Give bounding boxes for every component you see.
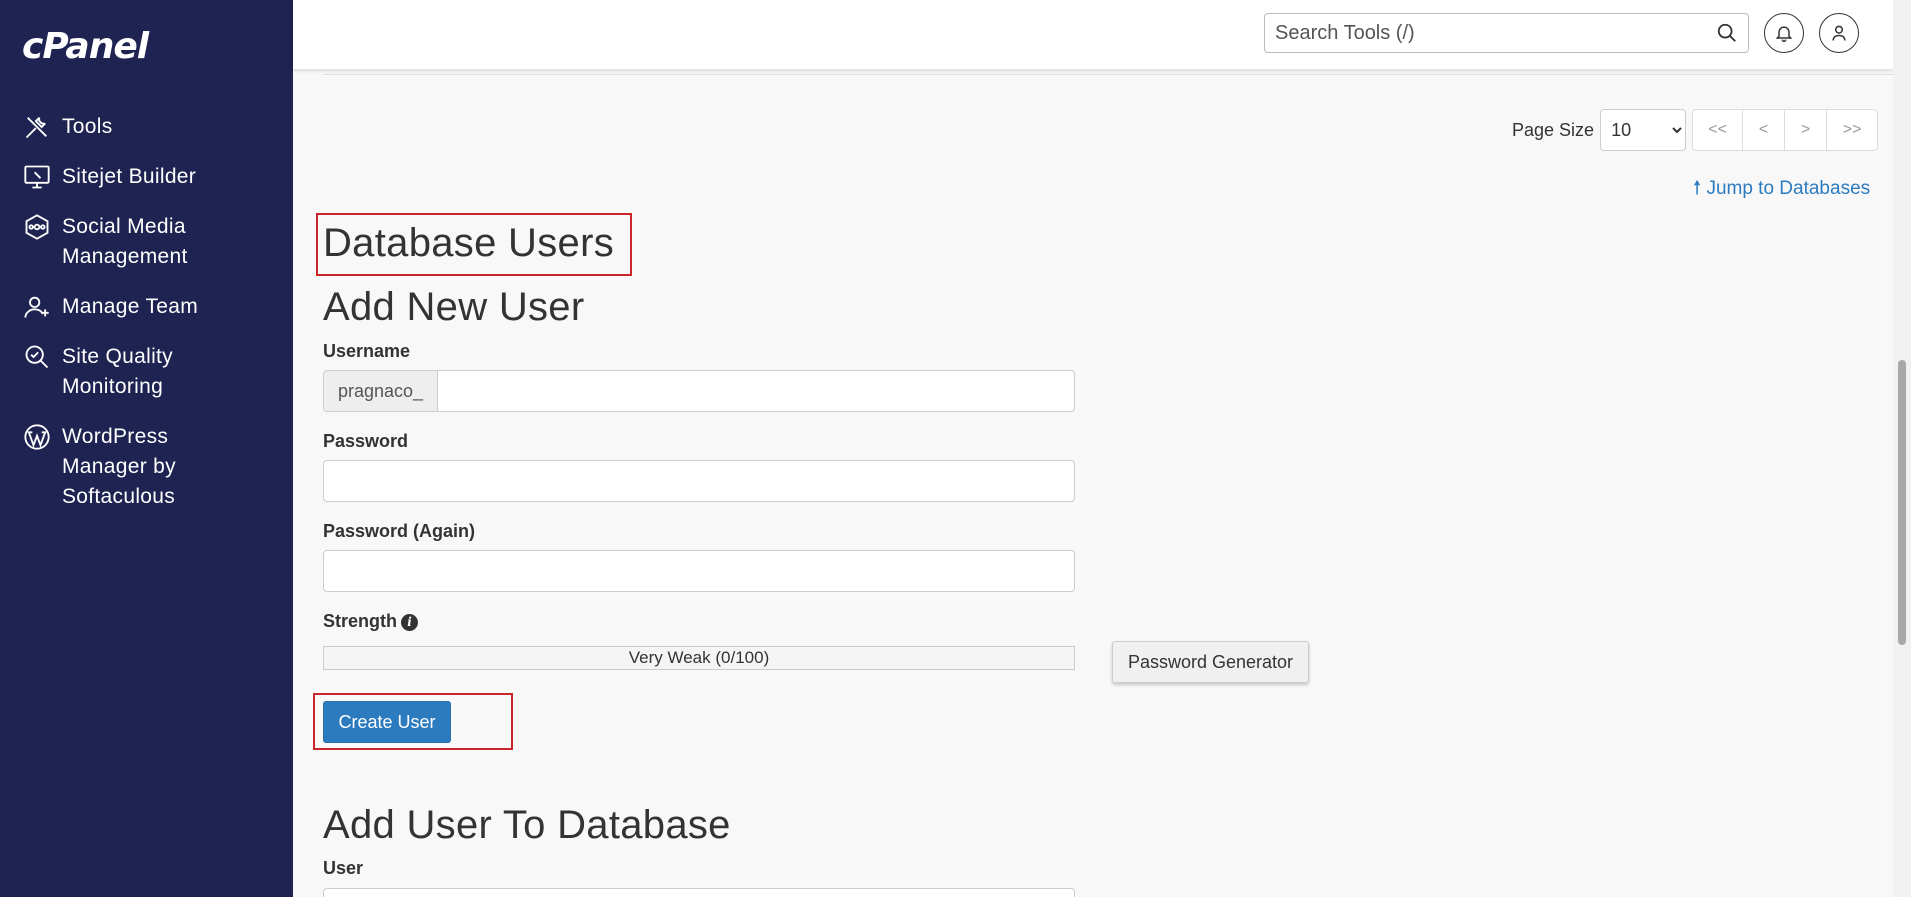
username-input[interactable] xyxy=(438,371,1074,411)
search-box xyxy=(1264,13,1749,53)
last-page-button[interactable]: >> xyxy=(1827,110,1877,150)
user-select-field[interactable] xyxy=(323,888,1075,897)
page-size-label: Page Size xyxy=(1512,119,1595,140)
sidebar-item-label: Sitejet Builder xyxy=(62,165,197,188)
strength-label-row: Strength i xyxy=(323,611,418,632)
magnifier-icon xyxy=(22,342,52,372)
sidebar-item-label: Social Media Management xyxy=(62,215,188,268)
password-again-field xyxy=(323,550,1075,592)
sidebar-item-tools[interactable]: Tools xyxy=(0,112,293,142)
main-content: Page Size 10 << < > >> 🠕 Jump to Databas… xyxy=(293,69,1894,897)
username-field: pragnaco_ xyxy=(323,370,1075,412)
user-account-button[interactable] xyxy=(1819,13,1859,53)
monitor-icon xyxy=(22,162,52,192)
scrollbar[interactable] xyxy=(1893,0,1911,897)
password-input[interactable] xyxy=(324,461,1074,501)
password-again-label: Password (Again) xyxy=(323,521,476,541)
pager-buttons: << < > >> xyxy=(1692,109,1879,151)
sidebar-nav: Tools Sitejet Builder Social Media Manag… xyxy=(0,112,293,532)
sidebar-item-wordpress[interactable]: WordPress Manager by Softaculous xyxy=(0,422,293,512)
sidebar: cPanel Tools Sitejet Builder Social Medi… xyxy=(0,0,293,897)
topbar xyxy=(293,0,1893,69)
username-label: Username xyxy=(323,341,411,361)
sidebar-item-sitejet-builder[interactable]: Sitejet Builder xyxy=(0,162,293,192)
add-to-database-title: Add User To Database xyxy=(323,803,731,847)
username-prefix: pragnaco_ xyxy=(324,371,439,411)
scrollbar-thumb[interactable] xyxy=(1898,360,1906,645)
sidebar-item-label: WordPress Manager by Softaculous xyxy=(62,425,176,508)
pagination: Page Size 10 << < > >> xyxy=(1512,109,1879,151)
password-label: Password xyxy=(323,431,409,451)
sidebar-item-site-quality[interactable]: Site Quality Monitoring xyxy=(0,342,293,402)
first-page-button[interactable]: << xyxy=(1693,110,1744,150)
sidebar-item-social-media[interactable]: Social Media Management xyxy=(0,212,293,272)
strength-meter: Very Weak (0/100) xyxy=(323,646,1075,670)
strength-label: Strength xyxy=(323,611,397,631)
next-page-button[interactable]: > xyxy=(1785,110,1828,150)
team-icon xyxy=(22,292,52,322)
password-generator-button[interactable]: Password Generator xyxy=(1112,641,1309,683)
highlight-box xyxy=(316,213,632,276)
wordpress-icon xyxy=(22,422,52,452)
search-icon[interactable] xyxy=(1716,22,1740,46)
arrow-up-icon: 🠕 xyxy=(1693,178,1702,199)
highlight-box xyxy=(313,693,513,750)
user-icon xyxy=(1832,25,1846,41)
bell-icon xyxy=(1775,26,1793,43)
add-user-title: Add New User xyxy=(323,285,585,329)
sidebar-item-label: Site Quality Monitoring xyxy=(62,345,173,398)
tools-icon xyxy=(22,112,52,142)
password-field xyxy=(323,460,1075,502)
social-hub-icon xyxy=(22,212,52,242)
sidebar-item-manage-team[interactable]: Manage Team xyxy=(0,292,293,322)
divider xyxy=(323,74,1894,75)
info-icon[interactable]: i xyxy=(401,614,418,631)
notifications-button[interactable] xyxy=(1764,13,1804,53)
password-again-input[interactable] xyxy=(324,551,1074,591)
search-input[interactable] xyxy=(1265,14,1705,52)
page-size-select[interactable]: 10 xyxy=(1600,109,1687,151)
prev-page-button[interactable]: < xyxy=(1743,110,1786,150)
sidebar-item-label: Manage Team xyxy=(62,295,198,318)
user-label: User xyxy=(323,858,364,878)
sidebar-item-label: Tools xyxy=(62,115,113,138)
cpanel-logo[interactable]: cPanel xyxy=(22,26,149,67)
jump-to-databases-link[interactable]: 🠕 Jump to Databases xyxy=(1693,174,1870,206)
jump-link-label: Jump to Databases xyxy=(1706,178,1871,199)
